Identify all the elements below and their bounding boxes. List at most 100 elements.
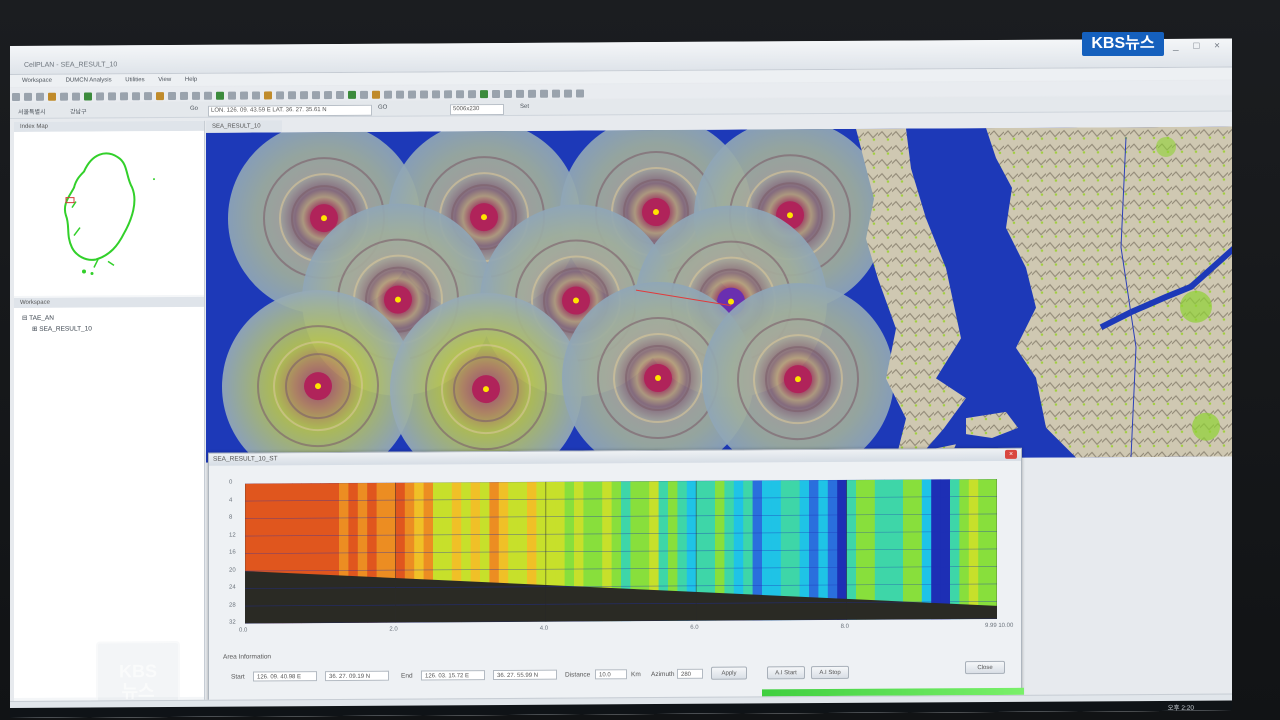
azimuth-field[interactable]: 280 (677, 668, 703, 679)
toolbar-tool-icon[interactable] (384, 90, 392, 99)
end-lat-field[interactable]: 36. 27. 55.99 N (493, 669, 557, 681)
toolbar-tool-icon[interactable] (120, 92, 128, 101)
toolbar-tool-icon[interactable] (144, 92, 152, 101)
toolbar-tool-icon[interactable] (468, 90, 476, 99)
start-label: Start (231, 673, 245, 681)
end-lon-field[interactable]: 126. 03. 15.72 E (421, 670, 485, 681)
close-button[interactable]: Close (965, 660, 1005, 675)
toolbar-tool-icon[interactable] (456, 90, 464, 99)
toolbar-tool-icon[interactable] (228, 91, 236, 100)
taskbar-clock: 오후 2:20 (1167, 704, 1194, 712)
start-lat-field[interactable]: 36. 27. 09.19 N (325, 670, 389, 682)
window-controls[interactable]: _ □ × (1173, 41, 1226, 52)
go-button[interactable]: Go (190, 106, 198, 112)
tree-item-sea-result[interactable]: ⊞ SEA_RESULT_10 (22, 324, 204, 333)
distance-label: Distance (565, 671, 591, 679)
all-start-button[interactable]: A.I Start (767, 666, 805, 680)
toolbar-tool-icon[interactable] (564, 89, 572, 98)
scale-field[interactable]: 5006x230 (450, 103, 504, 116)
left-panel: Index Map Workspace ⊟ TAE_AN ⊞ SEA_RESUL… (14, 120, 205, 718)
toolbar-tool-icon[interactable] (396, 90, 404, 99)
y-tick-label: 0 (229, 479, 233, 486)
base-station-marker (395, 296, 401, 303)
menu-utilities[interactable]: Utilities (125, 74, 144, 86)
toolbar-tool-icon[interactable] (108, 92, 116, 101)
toolbar-tool-icon[interactable] (576, 89, 584, 98)
set-button[interactable]: Set (520, 104, 529, 110)
profile-window: SEA_RESULT_10_ST × 0 4 8 12 16 20 24 28 32 0.0 2.… (208, 447, 1022, 713)
toolbar-tool-icon[interactable] (48, 92, 56, 101)
toolbar-tool-icon[interactable] (516, 89, 524, 98)
workspace-title: Workspace (14, 296, 204, 308)
window-title: CellPLAN - SEA_RESULT_10 (24, 61, 118, 69)
toolbar-tool-icon[interactable] (72, 92, 80, 101)
all-stop-button[interactable]: A.I Stop (811, 665, 849, 680)
toolbar-tool-icon[interactable] (288, 91, 296, 100)
menu-workspace[interactable]: Workspace (22, 75, 52, 87)
toolbar-tool-icon[interactable] (168, 91, 176, 101)
goto-button[interactable]: GO (378, 105, 387, 111)
menu-dumcn-analysis[interactable]: DUMCN Analysis (66, 74, 112, 86)
menu-help[interactable]: Help (185, 74, 197, 86)
y-tick-label: 20 (229, 567, 236, 574)
toolbar-tool-icon[interactable] (312, 91, 320, 100)
distance-field[interactable]: 10.0 (595, 669, 627, 680)
toolbar-tool-icon[interactable] (480, 90, 488, 99)
toolbar-tool-icon[interactable] (444, 90, 452, 99)
toolbar-tool-icon[interactable] (408, 90, 416, 99)
y-tick-label: 28 (229, 602, 236, 609)
toolbar-tool-icon[interactable] (300, 91, 308, 100)
menu-view[interactable]: View (158, 74, 171, 86)
application-window: CellPLAN - SEA_RESULT_10 _ □ × Workspace… (10, 38, 1232, 718)
toolbar-tool-icon[interactable] (276, 91, 284, 100)
tab-sea-result[interactable]: SEA_RESULT_10 (206, 120, 282, 133)
toolbar-tool-icon[interactable] (540, 89, 548, 98)
toolbar-tool-icon[interactable] (432, 90, 440, 99)
toolbar-tool-icon[interactable] (156, 92, 164, 101)
coverage-map[interactable] (206, 126, 1232, 463)
toolbar-tool-icon[interactable] (360, 90, 368, 99)
toolbar-tool-icon[interactable] (324, 91, 332, 100)
tree-item-tae-an[interactable]: ⊟ TAE_AN (22, 313, 204, 322)
toolbar-tool-icon[interactable] (528, 89, 536, 98)
toolbar-tool-icon[interactable] (336, 90, 344, 100)
toolbar-tool-icon[interactable] (252, 91, 260, 100)
x-tick-label: 4.0 (539, 625, 549, 632)
toolbar-tool-icon[interactable] (180, 91, 188, 100)
depth-profile-chart (245, 478, 997, 624)
workspace-panel: Workspace ⊟ TAE_AN ⊞ SEA_RESULT_10 (14, 296, 204, 698)
toolbar-tool-icon[interactable] (240, 91, 248, 100)
base-station-marker (655, 375, 661, 382)
toolbar-tool-icon[interactable] (132, 92, 140, 101)
toolbar-tool-icon[interactable] (204, 91, 212, 100)
toolbar-tool-icon[interactable] (60, 92, 68, 101)
toolbar-tool-icon[interactable] (504, 89, 512, 98)
toolbar-tool-icon[interactable] (36, 92, 44, 101)
toolbar-tool-icon[interactable] (552, 89, 560, 98)
distance-unit: Km (631, 671, 641, 679)
district-select[interactable]: 강남구 (70, 107, 87, 116)
toolbar-tool-icon[interactable] (24, 92, 32, 101)
coastline-land (856, 126, 1232, 459)
toolbar-tool-icon[interactable] (372, 90, 380, 99)
toolbar-tool-icon[interactable] (216, 91, 224, 100)
start-lon-field[interactable]: 126. 09. 40.98 E (253, 671, 317, 682)
toolbar-tool-icon[interactable] (420, 90, 428, 99)
toolbar-tool-icon[interactable] (192, 91, 200, 100)
apply-button[interactable]: Apply (711, 666, 747, 680)
region-select[interactable]: 서울특별시 (18, 107, 46, 116)
toolbar-tool-icon[interactable] (348, 90, 356, 99)
y-tick-label: 16 (229, 549, 236, 556)
y-tick-label: 12 (229, 532, 236, 539)
coordinate-field[interactable]: LON. 126. 09. 43.59 E LAT. 36. 27. 35.61… (208, 104, 372, 117)
toolbar-tool-icon[interactable] (264, 91, 272, 100)
toolbar-tool-icon[interactable] (492, 90, 500, 99)
korea-outline-map (64, 152, 155, 275)
base-station-marker (321, 215, 327, 222)
toolbar-tool-icon[interactable] (84, 92, 92, 101)
profile-close-icon[interactable]: × (1005, 449, 1017, 459)
toolbar-tool-icon[interactable] (12, 92, 20, 101)
toolbar-tool-icon[interactable] (96, 92, 104, 101)
y-tick-label: 4 (229, 497, 233, 504)
index-map[interactable] (14, 130, 204, 296)
